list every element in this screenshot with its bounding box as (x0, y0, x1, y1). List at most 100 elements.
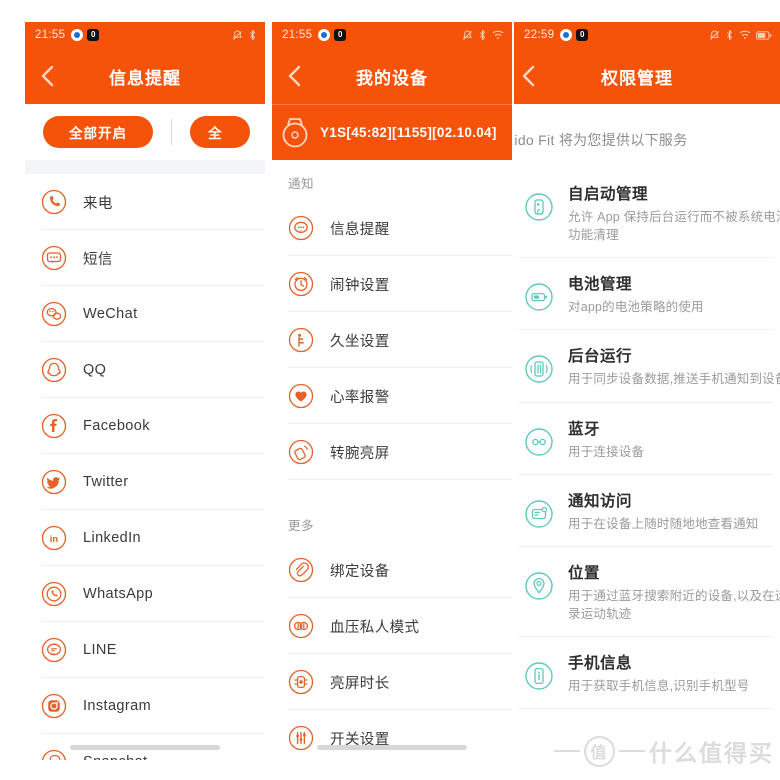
list-item-label: Snapchat (83, 754, 147, 760)
qq-icon (41, 357, 67, 383)
list-item[interactable]: LINE (25, 622, 265, 678)
back-button[interactable] (514, 62, 542, 90)
chevron-left-icon (288, 65, 300, 87)
permission-item[interactable]: 通知访问 用于在设备上随时随地地查看通知 (514, 475, 780, 547)
status-bar: 21:55 0 (272, 22, 512, 48)
battery-icon (756, 30, 772, 40)
device-settings-body: 通知 信息提醒 闹钟设置 久坐设置 心率报警 转腕亮屏 更多 绑定设备 血压私人模式 亮屏时长 开关… (272, 160, 512, 760)
status-bar-right-icons (232, 29, 257, 41)
device-name: Y1S[45:82][1155][02.10.04] (320, 125, 497, 140)
permission-text: 电池管理 对app的电池策略的使用 (568, 272, 704, 316)
list-item[interactable]: 久坐设置 (272, 312, 512, 368)
list-item[interactable]: Facebook (25, 398, 265, 454)
permission-item[interactable]: 位置用于通过蓝牙搜索附近的设备,以及在运动时记录运动轨迹 (514, 547, 780, 638)
list-item[interactable]: 闹钟设置 (272, 256, 512, 312)
permission-title: 通知访问 (568, 492, 633, 510)
notification-access-icon (524, 499, 554, 529)
list-item[interactable]: 心率报警 (272, 368, 512, 424)
linkedin-icon: in (41, 525, 67, 551)
list-item-label: 短信 (83, 251, 113, 268)
settings-list: 信息提醒闹钟设置 久坐设置 心率报警转腕亮屏 (272, 200, 512, 480)
page-title: 权限管理 (601, 68, 673, 88)
wrist-raise-icon (288, 439, 314, 465)
svg-text:in: in (50, 534, 59, 545)
status-bar-right-icons (462, 29, 504, 41)
sms-icon (41, 245, 67, 271)
list-item-label: Facebook (83, 418, 150, 434)
whatsapp-icon (41, 581, 67, 607)
permission-text: 通知访问 用于在设备上随时随地地查看通知 (568, 489, 759, 533)
permission-description: 允许 App 保持后台运行而不被系统电池管理功能清理 (568, 210, 780, 243)
list-item[interactable]: in LinkedIn (25, 510, 265, 566)
list-item[interactable]: WhatsApp (25, 566, 265, 622)
phone-panel-permissions: 22:59 0 权限管理 Dido Fit 将为您提供以下服务 自启动管理 允许… (514, 22, 780, 760)
back-button[interactable] (33, 62, 61, 90)
list-item-label: 信息提醒 (330, 221, 390, 238)
phone-panel-notifications: 21:55 0 信息提醒 全部开启 全 来电 短信 WeChat QQ Face… (25, 22, 265, 760)
list-item-label: 来电 (83, 195, 113, 212)
list-item[interactable]: 血压私人模式 (272, 598, 512, 654)
list-item[interactable]: Instagram (25, 678, 265, 734)
permission-item[interactable]: 蓝牙 用于连接设备 (514, 403, 780, 475)
heart-icon (288, 383, 314, 409)
link-icon (288, 557, 314, 583)
background-run-icon (524, 354, 554, 384)
permission-item[interactable]: 电池管理 对app的电池策略的使用 (514, 258, 780, 331)
app-dot-icon (71, 29, 84, 41)
phone-icon (41, 189, 67, 215)
permission-item[interactable]: 自启动管理允许 App 保持后台运行而不被系统电池管理功能清理 (514, 168, 780, 259)
permission-title: 电池管理 (568, 276, 633, 294)
chevron-left-icon (41, 65, 53, 87)
list-item-label: 绑定设备 (330, 563, 390, 580)
message-icon (288, 215, 314, 241)
list-item[interactable]: 信息提醒 (272, 200, 512, 256)
permission-title: 蓝牙 (568, 420, 601, 438)
wifi-icon (739, 30, 751, 39)
status-bar-indicators: 0 (560, 29, 589, 41)
twitter-icon (41, 469, 67, 495)
list-item-label: 亮屏时长 (330, 675, 390, 692)
list-item[interactable]: WeChat (25, 286, 265, 342)
permission-description: 用于同步设备数据,推送手机通知到设备 (568, 372, 780, 387)
home-indicator (25, 745, 265, 750)
line-icon (41, 637, 67, 663)
title-bar: 权限管理 (514, 48, 780, 104)
battery-icon (524, 282, 554, 312)
section-spacer (272, 480, 512, 502)
list-item-label: WeChat (83, 306, 138, 322)
status-bar-time: 22:59 (524, 29, 555, 41)
permission-text: 蓝牙 用于连接设备 (568, 417, 644, 461)
list-item-label: 转腕亮屏 (330, 445, 390, 462)
list-item-label: 血压私人模式 (330, 619, 420, 636)
list-item[interactable]: 开关设置 (272, 710, 512, 760)
enable-all-secondary-button[interactable]: 全 (190, 116, 250, 148)
status-bar: 21:55 0 (25, 22, 265, 48)
list-item[interactable]: Twitter (25, 454, 265, 510)
phone-panel-my-device: 21:55 0 我的设备 Y1S[45:82][1155][02.10.04] … (272, 22, 512, 760)
list-item[interactable]: QQ (25, 342, 265, 398)
permission-item[interactable]: 后台运行 用于同步设备数据,推送手机通知到设备 (514, 330, 780, 403)
permission-item[interactable]: 手机信息 用于获取手机信息,识别手机型号 (514, 637, 780, 710)
wifi-icon (492, 30, 504, 39)
bell-off-icon (709, 29, 720, 40)
home-indicator-bar (317, 745, 467, 750)
list-item[interactable]: 短信 (25, 230, 265, 286)
list-item[interactable]: 绑定设备 (272, 542, 512, 598)
bulk-action-row: 全部开启 全 (25, 104, 265, 160)
list-item[interactable]: 亮屏时长 (272, 654, 512, 710)
permission-text: 位置用于通过蓝牙搜索附近的设备,以及在运动时记录运动轨迹 (568, 561, 780, 623)
badge-count: 0 (334, 29, 347, 41)
list-item[interactable]: 转腕亮屏 (272, 424, 512, 480)
device-card[interactable]: Y1S[45:82][1155][02.10.04] (272, 104, 512, 160)
list-item[interactable]: 来电 (25, 174, 265, 230)
badge-count: 0 (576, 29, 589, 41)
status-bar-time: 21:55 (282, 29, 313, 41)
bell-off-icon (232, 29, 243, 40)
sedentary-icon (288, 327, 314, 353)
list-item-label: LinkedIn (83, 530, 142, 546)
badge-count: 0 (87, 29, 100, 41)
divider (171, 119, 172, 145)
enable-all-button[interactable]: 全部开启 (43, 116, 153, 148)
section-spacer (25, 160, 265, 174)
back-button[interactable] (280, 62, 308, 90)
